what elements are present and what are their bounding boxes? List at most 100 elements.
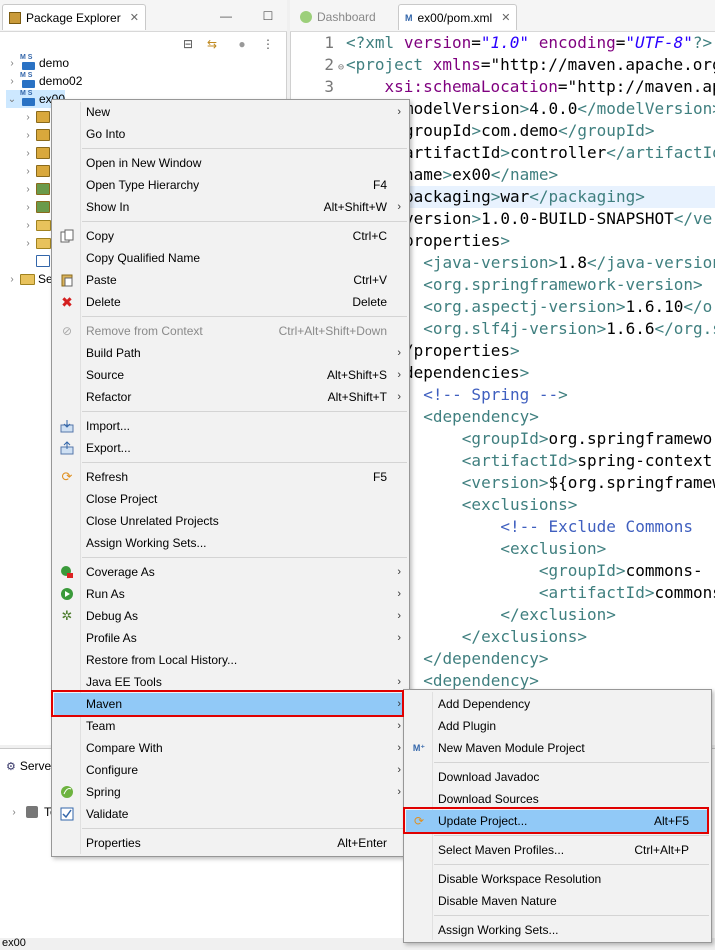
tab-package-explorer[interactable]: Package Explorer ✕ xyxy=(2,4,146,30)
close-icon[interactable]: ✕ xyxy=(130,11,139,24)
code-text: <exclusion> xyxy=(500,539,607,558)
menu-separator xyxy=(434,864,709,865)
menu-item-label: Paste xyxy=(86,273,117,287)
menu-item-maven[interactable]: Maven › xyxy=(54,693,407,715)
submenu-arrow-icon: › xyxy=(397,610,401,622)
tab-dashboard[interactable]: Dashboard xyxy=(294,4,382,30)
menu-item-configure[interactable]: Configure › xyxy=(54,759,407,781)
tree-item-child[interactable]: › xyxy=(22,234,54,252)
menu-item-remove-from-context: ⊘ Remove from Context Ctrl+Alt+Shift+Down xyxy=(54,320,407,342)
view-menu-icon[interactable]: ⋮ xyxy=(260,36,276,52)
menu-item-refactor[interactable]: Refactor Alt+Shift+T › xyxy=(54,386,407,408)
menu-item-disable-maven-nature[interactable]: Disable Maven Nature xyxy=(406,890,709,912)
menu-separator xyxy=(82,221,407,222)
line-number: 3 xyxy=(324,77,334,96)
collapse-all-icon[interactable]: ⊟ xyxy=(180,36,196,52)
menu-item-profile-as[interactable]: Profile As › xyxy=(54,627,407,649)
menu-item-shortcut: Ctrl+Alt+P xyxy=(634,843,689,857)
fold-icon xyxy=(338,79,346,98)
tree-item-child[interactable]: › xyxy=(22,198,53,216)
menu-item-import[interactable]: Import... xyxy=(54,415,407,437)
collapse-arrow-icon[interactable]: ⌄ xyxy=(6,94,18,105)
tree-item-servers[interactable]: › Se xyxy=(6,270,52,288)
code-line[interactable]: 2 ⊖ <project xmlns="http://maven.apache.or… xyxy=(290,54,715,76)
package-folder-icon xyxy=(36,165,50,177)
menu-item-label: Source xyxy=(86,368,125,382)
menu-item-shortcut: Ctrl+C xyxy=(352,229,387,243)
menu-item-copy[interactable]: Copy Ctrl+C xyxy=(54,225,407,247)
link-with-editor-icon[interactable]: ⇆ xyxy=(204,36,220,52)
maven-project-icon: M S xyxy=(20,54,36,71)
menu-item-export[interactable]: Export... xyxy=(54,437,407,459)
menu-item-restore-from-local-history[interactable]: Restore from Local History... xyxy=(54,649,407,671)
menu-item-label: Import... xyxy=(86,419,131,433)
menu-item-copy-qualified-name[interactable]: Copy Qualified Name xyxy=(54,247,407,269)
expand-arrow-icon[interactable]: › xyxy=(6,76,18,87)
tab-pom-xml[interactable]: M ex00/pom.xml ✕ xyxy=(398,4,518,30)
menu-item-select-maven-profiles[interactable]: Select Maven Profiles... Ctrl+Alt+P xyxy=(406,839,709,861)
code-line[interactable]: 3 xsi:schemaLocation="http://maven.apa xyxy=(290,76,715,98)
menu-separator xyxy=(434,915,709,916)
maximize-icon[interactable]: ☐ xyxy=(260,8,276,24)
menu-item-properties[interactable]: Properties Alt+Enter xyxy=(54,832,407,854)
menu-item-new-maven-module-project[interactable]: M⁺ New Maven Module Project xyxy=(406,737,709,759)
menu-item-new[interactable]: New › xyxy=(54,101,407,123)
tree-item-demo[interactable]: › M S demo xyxy=(6,54,69,72)
menu-item-debug-as[interactable]: ✲ Debug As › xyxy=(54,605,407,627)
menu-item-coverage-as[interactable]: Coverage As › xyxy=(54,561,407,583)
tree-item-child[interactable]: › xyxy=(22,108,53,126)
menu-item-delete[interactable]: ✖ Delete Delete xyxy=(54,291,407,313)
menu-item-source[interactable]: Source Alt+Shift+S › xyxy=(54,364,407,386)
code-text: version>1.0.0-BUILD-SNAPSHOT</version> xyxy=(404,209,715,228)
expand-arrow-icon[interactable]: › xyxy=(8,807,20,818)
expand-arrow-icon[interactable]: › xyxy=(6,58,18,69)
menu-item-run-as[interactable]: Run As › xyxy=(54,583,407,605)
tree-item-child[interactable]: › xyxy=(22,126,53,144)
menu-item-open-type-hierarchy[interactable]: Open Type Hierarchy F4 xyxy=(54,174,407,196)
submenu-arrow-icon: › xyxy=(397,201,401,213)
menu-item-open-in-new-window[interactable]: Open in New Window xyxy=(54,152,407,174)
menu-item-refresh[interactable]: ⟳ Refresh F5 xyxy=(54,466,407,488)
library-icon xyxy=(36,183,50,195)
close-icon[interactable]: ✕ xyxy=(501,11,510,24)
menu-item-java-ee-tools[interactable]: Java EE Tools › xyxy=(54,671,407,693)
menu-item-go-into[interactable]: Go Into xyxy=(54,123,407,145)
tree-item-child[interactable]: › xyxy=(22,180,53,198)
minimize-icon[interactable]: — xyxy=(218,8,234,24)
menu-item-validate[interactable]: Validate xyxy=(54,803,407,825)
tree-item-child[interactable]: › xyxy=(22,216,54,234)
menu-item-download-javadoc[interactable]: Download Javadoc xyxy=(406,766,709,788)
menu-item-add-plugin[interactable]: Add Plugin xyxy=(406,715,709,737)
menu-item-label: Close Project xyxy=(86,492,158,506)
tree-item-child[interactable]: › xyxy=(22,162,53,180)
package-folder-icon xyxy=(36,129,50,141)
menu-item-download-sources[interactable]: Download Sources xyxy=(406,788,709,810)
focus-icon[interactable]: ● xyxy=(234,36,250,52)
menu-item-spring[interactable]: Spring › xyxy=(54,781,407,803)
submenu-arrow-icon: › xyxy=(397,720,401,732)
tree-item-demo02[interactable]: › M S demo02 xyxy=(6,72,82,90)
menu-item-disable-workspace-resolution[interactable]: Disable Workspace Resolution xyxy=(406,868,709,890)
menu-item-close-unrelated-projects[interactable]: Close Unrelated Projects xyxy=(54,510,407,532)
menu-item-add-dependency[interactable]: Add Dependency xyxy=(406,693,709,715)
fold-icon[interactable]: ⊖ xyxy=(338,57,346,76)
menu-item-show-in[interactable]: Show In Alt+Shift+W › xyxy=(54,196,407,218)
tree-item-child[interactable]: › xyxy=(22,144,53,162)
menu-item-assign-working-sets[interactable]: Assign Working Sets... xyxy=(54,532,407,554)
menu-item-label: Properties xyxy=(86,836,141,850)
menu-item-paste[interactable]: Paste Ctrl+V xyxy=(54,269,407,291)
tab-servers[interactable]: ⚙ Serve xyxy=(6,759,51,773)
menu-separator xyxy=(82,411,407,412)
menu-item-update-project[interactable]: ⟳ Update Project... Alt+F5 xyxy=(406,810,709,832)
folder-icon xyxy=(36,219,51,231)
tab-label: Dashboard xyxy=(317,10,376,24)
tree-item-server[interactable]: › To xyxy=(8,805,56,819)
menu-item-team[interactable]: Team › xyxy=(54,715,407,737)
status-text: ex00 xyxy=(2,937,26,949)
code-line[interactable]: 1 <?xml version="1.0" encoding="UTF-8"?> xyxy=(290,32,715,54)
menu-item-build-path[interactable]: Build Path › xyxy=(54,342,407,364)
menu-item-assign-working-sets[interactable]: Assign Working Sets... xyxy=(406,919,709,941)
menu-item-close-project[interactable]: Close Project xyxy=(54,488,407,510)
menu-item-compare-with[interactable]: Compare With › xyxy=(54,737,407,759)
maven-module-icon: M⁺ xyxy=(412,742,426,753)
